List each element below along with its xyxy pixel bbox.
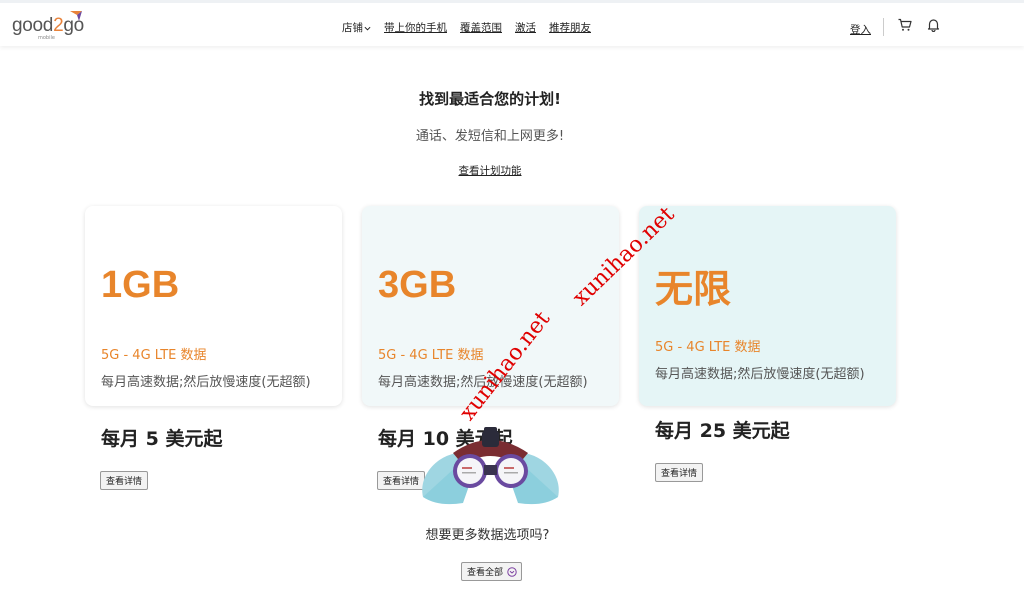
- plan-data-amount: 1GB: [101, 264, 180, 306]
- main-nav: 店铺 带上你的手机 覆盖范围 激活 推荐朋友: [342, 20, 604, 35]
- site-header: good2go mobile 店铺 带上你的手机 覆盖范围 激活 推荐朋友 登入: [0, 0, 1024, 46]
- plan-network: 5G - 4G LTE 数据: [101, 348, 207, 363]
- chevron-down-icon: [364, 26, 371, 31]
- page-subtitle: 通话、发短信和上网更多!: [415, 129, 565, 144]
- plan-price: 每月 25 美元起: [655, 420, 790, 442]
- chevron-down-circle-icon: [507, 566, 517, 577]
- nav-item-coverage[interactable]: 覆盖范围: [460, 20, 502, 35]
- plan-data-amount: 无限: [655, 269, 732, 311]
- nav-item-refer-friend[interactable]: 推荐朋友: [549, 20, 591, 35]
- plan-features-link[interactable]: 查看计划功能: [459, 165, 522, 177]
- view-details-button[interactable]: 查看详情: [655, 463, 704, 482]
- more-data-question: 想要更多数据选项吗?: [425, 528, 550, 543]
- plan-network: 5G - 4G LTE 数据: [378, 348, 484, 363]
- bell-icon[interactable]: [927, 18, 940, 32]
- plan-description: 每月高速数据;然后放慢速度(无超额): [655, 367, 865, 382]
- view-all-label: 查看全部: [467, 568, 504, 578]
- plan-network: 5G - 4G LTE 数据: [655, 340, 761, 355]
- nav-item-activate[interactable]: 激活: [515, 20, 536, 35]
- nav-item-bring-phone[interactable]: 带上你的手机: [384, 20, 447, 35]
- header-divider: [883, 18, 884, 36]
- plan-description: 每月高速数据;然后放慢速度(无超额): [101, 375, 311, 390]
- view-details-button[interactable]: 查看详情: [100, 471, 149, 490]
- cart-icon[interactable]: [898, 18, 912, 32]
- plan-data-amount: 3GB: [378, 264, 457, 306]
- brand-logo[interactable]: good2go mobile: [12, 11, 84, 41]
- nav-item-store[interactable]: 店铺: [342, 20, 371, 35]
- logo-subtext: mobile: [38, 35, 55, 41]
- plan-features-link-wrap: 查看计划功能: [0, 163, 980, 178]
- plan-card-unlimited[interactable]: 无限 5G - 4G LTE 数据 每月高速数据;然后放慢速度(无超额): [639, 206, 896, 406]
- logo-flag-icon: [70, 11, 82, 21]
- binoculars-illustration: [422, 427, 559, 505]
- login-link[interactable]: 登入: [850, 22, 871, 37]
- plan-card-1gb[interactable]: 1GB 5G - 4G LTE 数据 每月高速数据;然后放慢速度(无超额): [85, 206, 342, 406]
- plan-price: 每月 5 美元起: [101, 428, 223, 450]
- view-all-button[interactable]: 查看全部: [461, 562, 523, 581]
- page-title: 找到最适合您的计划!: [419, 90, 561, 108]
